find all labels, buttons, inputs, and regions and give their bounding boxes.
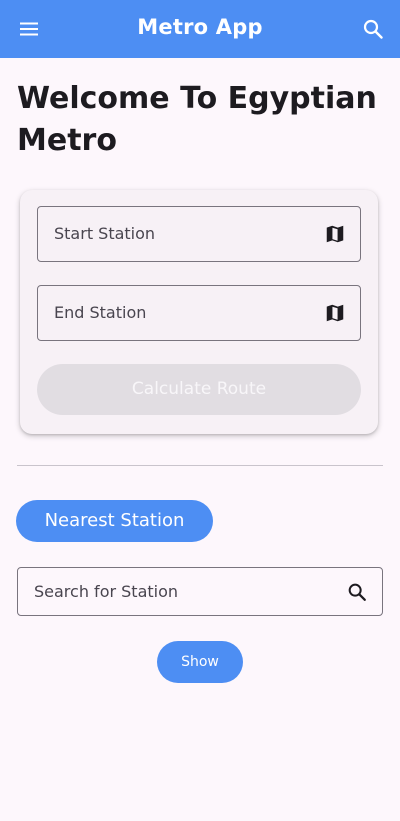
search-icon[interactable] bbox=[346, 581, 368, 603]
app-title: Metro App bbox=[137, 15, 263, 39]
app-bar: Metro App bbox=[0, 0, 400, 58]
page-title: Welcome To Egyptian Metro bbox=[17, 81, 377, 158]
end-station-label: End Station bbox=[54, 303, 147, 322]
calculate-route-button[interactable]: Calculate Route bbox=[37, 364, 361, 415]
station-search-input[interactable]: Search for Station bbox=[17, 567, 383, 616]
start-station-field[interactable]: Start Station bbox=[37, 206, 361, 262]
map-icon[interactable] bbox=[324, 223, 346, 245]
station-search-placeholder: Search for Station bbox=[34, 582, 179, 601]
nearest-station-button[interactable]: Nearest Station bbox=[16, 500, 213, 542]
search-icon[interactable] bbox=[361, 17, 385, 41]
show-button[interactable]: Show bbox=[157, 641, 243, 683]
map-icon[interactable] bbox=[324, 302, 346, 324]
route-card: Start Station End Station Calculate Rout… bbox=[20, 190, 378, 434]
divider bbox=[17, 465, 383, 466]
end-station-field[interactable]: End Station bbox=[37, 285, 361, 341]
start-station-label: Start Station bbox=[54, 224, 156, 243]
